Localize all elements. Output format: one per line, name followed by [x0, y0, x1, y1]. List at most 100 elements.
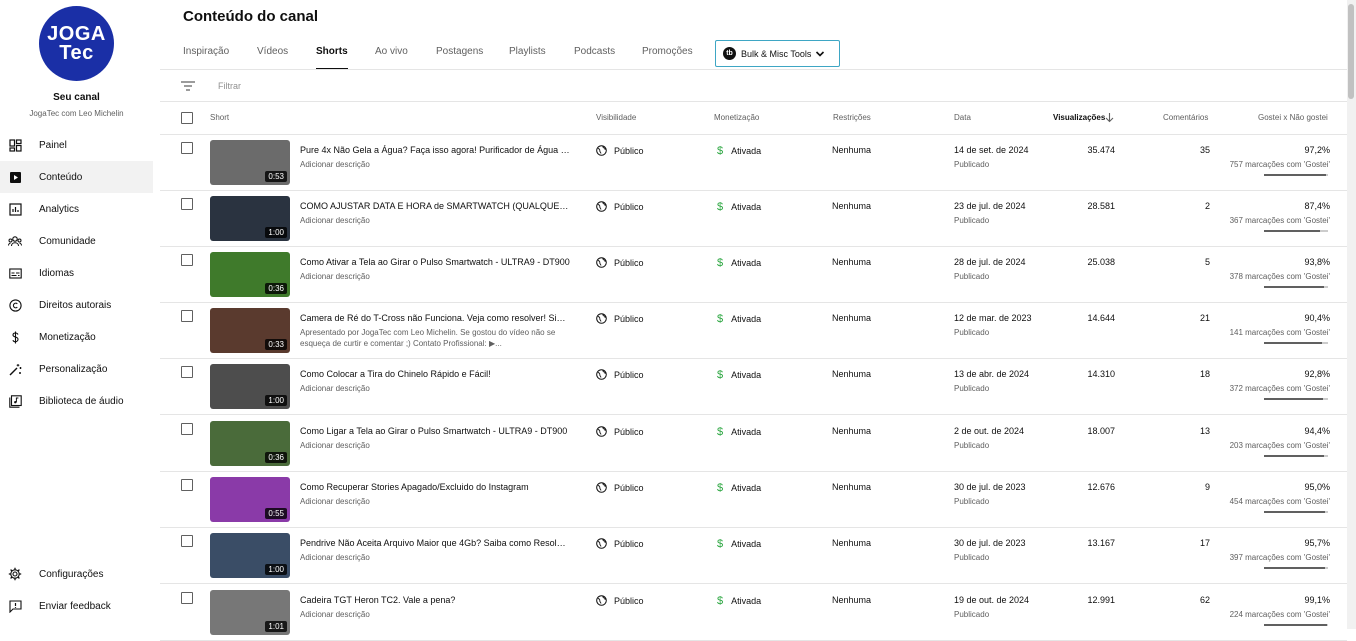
table-row[interactable]: 0:36 Como Ligar a Tela ao Girar o Pulso S…	[160, 416, 1347, 472]
monetization-cell[interactable]: $ Ativada	[717, 482, 761, 494]
tab-2[interactable]: Shorts	[316, 46, 348, 57]
visibility-cell[interactable]: Público	[596, 145, 644, 156]
video-thumbnail[interactable]: 1:01	[210, 590, 290, 635]
video-thumbnail[interactable]: 0:55	[210, 477, 290, 522]
visibility-cell[interactable]: Público	[596, 201, 644, 212]
video-description[interactable]: Adicionar descrição	[300, 215, 570, 226]
sidebar-bottom-item-0[interactable]: Configurações	[0, 558, 153, 590]
monetization-cell[interactable]: $ Ativada	[717, 201, 761, 213]
visibility-cell[interactable]: Público	[596, 369, 644, 380]
tab-1[interactable]: Vídeos	[257, 46, 288, 57]
monetization-cell[interactable]: $ Ativada	[717, 426, 761, 438]
tab-3[interactable]: Ao vivo	[375, 46, 408, 57]
col-monetization[interactable]: Monetização	[714, 113, 759, 122]
sidebar-item-3[interactable]: Comunidade	[0, 225, 153, 257]
monetization-cell[interactable]: $ Ativada	[717, 145, 761, 157]
video-description[interactable]: Adicionar descrição	[300, 159, 570, 170]
video-title[interactable]: Como Ligar a Tela ao Girar o Pulso Smart…	[300, 426, 570, 436]
col-restrictions[interactable]: Restrições	[833, 113, 871, 122]
tab-6[interactable]: Podcasts	[574, 46, 615, 57]
video-thumbnail[interactable]: 1:00	[210, 364, 290, 409]
sidebar-item-4[interactable]: Idiomas	[0, 257, 153, 289]
visibility-cell[interactable]: Público	[596, 426, 644, 437]
table-row[interactable]: 0:55 Como Recuperar Stories Apagado/Exclu…	[160, 472, 1347, 528]
table-row[interactable]: 0:33 Camera de Ré do T-Cross não Funciona…	[160, 303, 1347, 359]
col-likes[interactable]: Gostei x Não gostei	[1258, 113, 1328, 122]
row-checkbox[interactable]	[181, 366, 193, 378]
video-description[interactable]: Adicionar descrição	[300, 609, 570, 620]
video-title[interactable]: Cadeira TGT Heron TC2. Vale a pena?	[300, 595, 570, 605]
scrollbar-thumb[interactable]	[1348, 4, 1354, 99]
filter-input[interactable]: Filtrar	[218, 81, 241, 91]
visibility-cell[interactable]: Público	[596, 595, 644, 606]
table-row[interactable]: 0:36 Como Ativar a Tela ao Girar o Pulso …	[160, 247, 1347, 303]
video-title[interactable]: Como Colocar a Tira do Chinelo Rápido e …	[300, 369, 570, 379]
video-title[interactable]: COMO AJUSTAR DATA E HORA de SMARTWATCH (…	[300, 201, 570, 211]
channel-avatar[interactable]: JOGA Tec	[39, 6, 114, 81]
sidebar-item-2[interactable]: Analytics	[0, 193, 153, 225]
row-checkbox[interactable]	[181, 198, 193, 210]
sidebar-item-7[interactable]: Personalização	[0, 353, 153, 385]
scrollbar[interactable]	[1347, 0, 1356, 629]
tab-4[interactable]: Postagens	[436, 46, 483, 57]
visibility-cell[interactable]: Público	[596, 482, 644, 493]
monetization-cell[interactable]: $ Ativada	[717, 369, 761, 381]
video-thumbnail[interactable]: 1:00	[210, 196, 290, 241]
col-visibility[interactable]: Visibilidade	[596, 113, 636, 122]
tab-5[interactable]: Playlists	[509, 46, 546, 57]
sort-down-arrow-icon[interactable]	[1105, 113, 1114, 123]
row-checkbox[interactable]	[181, 310, 193, 322]
visibility-cell[interactable]: Público	[596, 313, 644, 324]
sidebar-item-8[interactable]: Biblioteca de áudio	[0, 385, 153, 417]
row-checkbox[interactable]	[181, 479, 193, 491]
monetization-cell[interactable]: $ Ativada	[717, 595, 761, 607]
table-row[interactable]: 0:53 Pure 4x Não Gela a Água? Faça isso a…	[160, 135, 1347, 191]
video-thumbnail[interactable]: 1:00	[210, 533, 290, 578]
filter-icon[interactable]	[181, 81, 195, 91]
row-checkbox[interactable]	[181, 142, 193, 154]
video-title[interactable]: Camera de Ré do T-Cross não Funciona. Ve…	[300, 313, 570, 323]
row-checkbox[interactable]	[181, 535, 193, 547]
row-checkbox[interactable]	[181, 423, 193, 435]
video-description[interactable]: Apresentado por JogaTec com Leo Michelin…	[300, 327, 570, 349]
table-row[interactable]: 1:00 Pendrive Não Aceita Arquivo Maior qu…	[160, 528, 1347, 584]
table-row[interactable]: 1:00 Como Colocar a Tira do Chinelo Rápid…	[160, 359, 1347, 415]
bulk-tools-button[interactable]: tb Bulk & Misc Tools	[715, 40, 840, 67]
visibility-cell[interactable]: Público	[596, 257, 644, 268]
tab-0[interactable]: Inspiração	[183, 46, 229, 57]
col-short[interactable]: Short	[210, 113, 229, 122]
video-description[interactable]: Adicionar descrição	[300, 383, 570, 394]
sidebar-item-5[interactable]: Direitos autorais	[0, 289, 153, 321]
visibility-label: Público	[614, 201, 644, 212]
monetization-cell[interactable]: $ Ativada	[717, 313, 761, 325]
video-title[interactable]: Como Ativar a Tela ao Girar o Pulso Smar…	[300, 257, 570, 267]
video-title[interactable]: Como Recuperar Stories Apagado/Excluido …	[300, 482, 570, 492]
col-date[interactable]: Data	[954, 113, 971, 122]
table-row[interactable]: 1:00 COMO AJUSTAR DATA E HORA de SMARTWAT…	[160, 191, 1347, 247]
visibility-cell[interactable]: Público	[596, 538, 644, 549]
sidebar-item-1[interactable]: Conteúdo	[0, 161, 153, 193]
monetization-cell[interactable]: $ Ativada	[717, 257, 761, 269]
video-thumbnail[interactable]: 0:36	[210, 421, 290, 466]
col-views[interactable]: Visualizações	[1053, 113, 1105, 122]
video-description[interactable]: Adicionar descrição	[300, 496, 570, 507]
col-comments[interactable]: Comentários	[1163, 113, 1208, 122]
sidebar-item-6[interactable]: Monetização	[0, 321, 153, 353]
video-title[interactable]: Pendrive Não Aceita Arquivo Maior que 4G…	[300, 538, 570, 548]
video-description[interactable]: Adicionar descrição	[300, 271, 570, 282]
sidebar-bottom-item-1[interactable]: Enviar feedback	[0, 590, 153, 622]
date-cell: 23 de jul. de 2024	[954, 201, 1026, 211]
monetization-cell[interactable]: $ Ativada	[717, 538, 761, 550]
video-thumbnail[interactable]: 0:33	[210, 308, 290, 353]
select-all-checkbox[interactable]	[181, 112, 193, 124]
video-thumbnail[interactable]: 0:36	[210, 252, 290, 297]
video-title[interactable]: Pure 4x Não Gela a Água? Faça isso agora…	[300, 145, 570, 155]
video-description[interactable]: Adicionar descrição	[300, 440, 570, 451]
video-thumbnail[interactable]: 0:53	[210, 140, 290, 185]
row-checkbox[interactable]	[181, 254, 193, 266]
row-checkbox[interactable]	[181, 592, 193, 604]
table-row[interactable]: 1:01 Cadeira TGT Heron TC2. Vale a pena? A…	[160, 585, 1347, 641]
tab-7[interactable]: Promoções	[642, 46, 693, 57]
video-description[interactable]: Adicionar descrição	[300, 552, 570, 563]
sidebar-item-0[interactable]: Painel	[0, 129, 153, 161]
